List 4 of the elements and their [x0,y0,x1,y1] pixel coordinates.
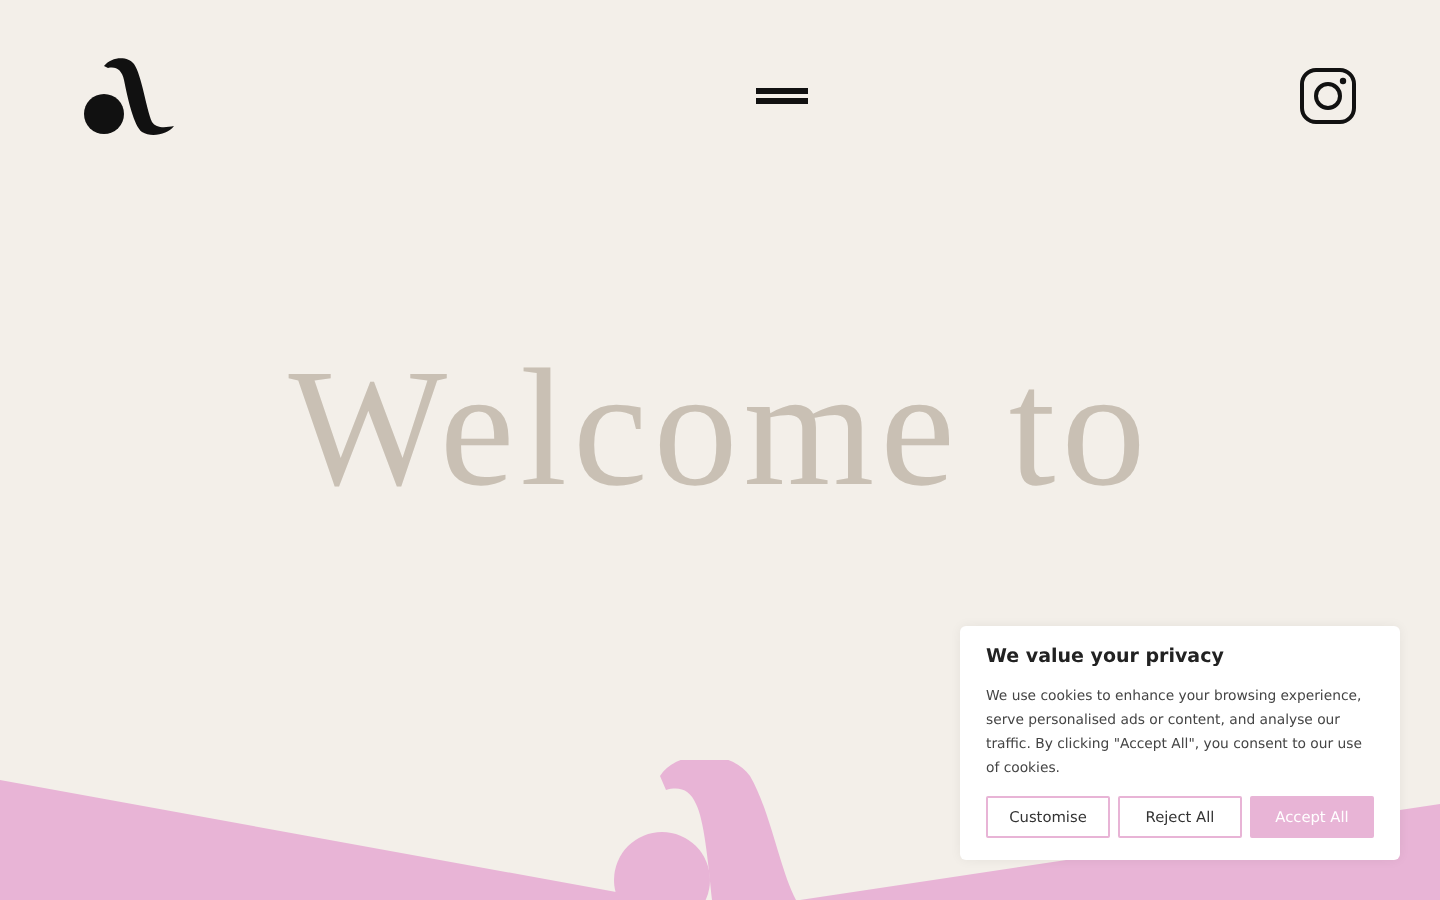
banner-title: We value your privacy [986,646,1226,668]
menu-icon[interactable] [756,88,808,104]
logo-icon[interactable] [84,56,176,136]
instagram-icon[interactable] [1300,68,1356,124]
